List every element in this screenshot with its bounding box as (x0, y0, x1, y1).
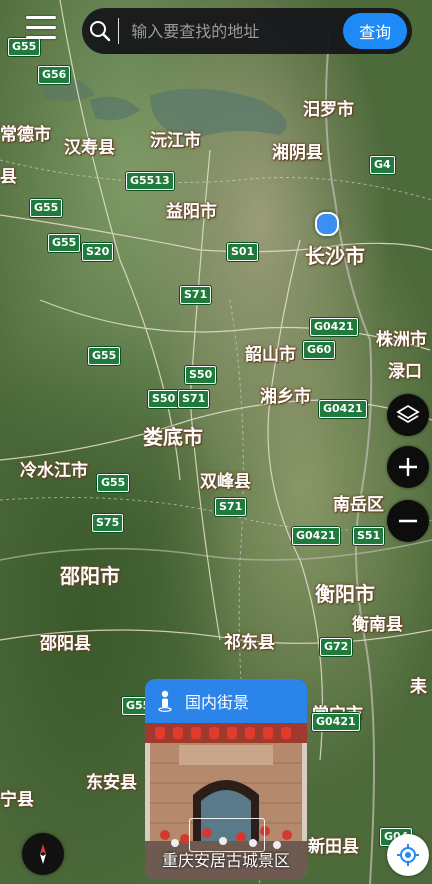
road-shield: G55 (97, 474, 130, 492)
road-shield: S20 (82, 243, 114, 261)
compass-icon (40, 844, 46, 864)
road-shield: G55 (48, 234, 81, 252)
street-view-card[interactable]: 国内街景 重庆安居古城景区 (145, 679, 307, 879)
city-label: 宁县 (0, 790, 34, 810)
city-label: 衡阳市 (315, 582, 375, 606)
zoom-out-button[interactable] (387, 500, 429, 542)
street-view-title: 国内街景 (185, 693, 250, 712)
city-label: 双峰县 (200, 472, 251, 492)
locate-button[interactable] (387, 834, 429, 876)
zoom-in-button[interactable] (387, 446, 429, 488)
road-shield: G0421 (292, 527, 340, 545)
city-label: 邵阳市 (60, 564, 120, 588)
road-shield: G5513 (126, 172, 174, 190)
street-view-header: 国内街景 (145, 679, 307, 723)
layers-icon (396, 404, 420, 424)
search-input[interactable] (119, 11, 344, 51)
city-label: 耒 (410, 677, 427, 697)
person-icon (145, 690, 185, 712)
city-label: 东安县 (86, 773, 137, 793)
city-label: 邵阳县 (40, 634, 91, 654)
city-label: 南岳区 (333, 495, 384, 515)
city-label: 渌口 (388, 362, 422, 382)
city-label: 湘阴县 (272, 143, 323, 163)
road-shield: G55 (30, 199, 63, 217)
search-button[interactable]: 查询 (343, 13, 407, 49)
road-shield: G4 (370, 156, 395, 174)
minus-icon (399, 519, 417, 523)
road-shield: S71 (180, 286, 212, 304)
city-label: 长沙市 (305, 244, 365, 268)
road-shield: S75 (92, 514, 124, 532)
menu-icon[interactable] (26, 16, 56, 42)
street-view-caption: 重庆安居古城景区 (161, 851, 290, 870)
city-label: 韶山市 (245, 345, 296, 365)
road-shield: G72 (320, 638, 353, 656)
city-label: 益阳市 (166, 202, 217, 222)
city-label: 沅江市 (150, 131, 201, 151)
road-shield: G0421 (319, 400, 367, 418)
city-label: 娄底市 (143, 425, 203, 449)
road-shield: S01 (227, 243, 259, 261)
city-label: 冷水江市 (20, 461, 88, 481)
layers-button[interactable] (387, 394, 429, 436)
road-shield: G0421 (312, 713, 360, 731)
road-shield: G60 (303, 341, 336, 359)
road-shield: S50 (148, 390, 180, 408)
city-label: 新田县 (308, 837, 359, 857)
city-label: 县 (0, 167, 17, 187)
city-label: 株洲市 (376, 330, 427, 350)
city-label: 汉寿县 (64, 138, 115, 158)
current-location-marker (315, 212, 339, 236)
city-label: 湘乡市 (260, 387, 311, 407)
city-label: 祁东县 (224, 633, 275, 653)
road-shield: S71 (178, 390, 210, 408)
city-label: 常德市 (0, 125, 51, 145)
road-shield: G56 (38, 66, 71, 84)
road-shield: G55 (88, 347, 121, 365)
compass-button[interactable] (22, 833, 64, 875)
road-shield: G0421 (310, 318, 358, 336)
road-shield: S71 (215, 498, 247, 516)
road-shield: S50 (185, 366, 217, 384)
search-icon (82, 8, 118, 54)
plus-icon (399, 458, 417, 476)
search-bar: 查询 (82, 8, 412, 54)
locate-icon (397, 844, 419, 866)
city-label: 衡南县 (352, 615, 403, 635)
city-label: 汨罗市 (303, 100, 354, 120)
road-shield: S51 (353, 527, 385, 545)
